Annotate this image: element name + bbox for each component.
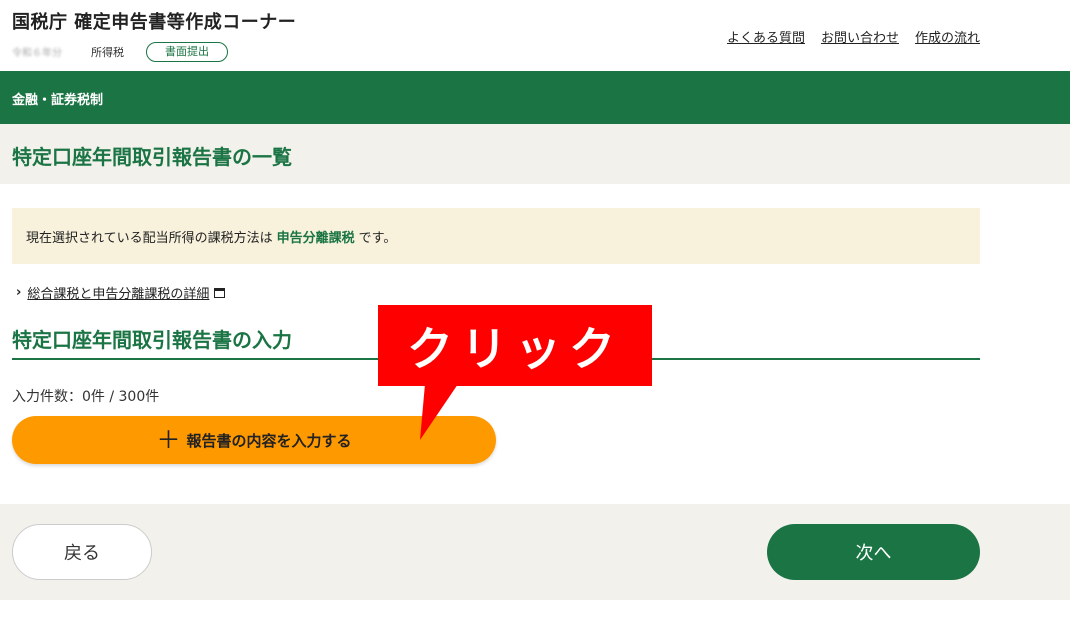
tax-method-notice: 現在選択されている配当所得の課税方法は 申告分離課税 です。	[12, 208, 980, 264]
notice-suffix: です。	[358, 230, 397, 246]
contact-link[interactable]: お問い合わせ	[821, 27, 899, 46]
next-button[interactable]: 次へ	[767, 524, 980, 580]
new-window-icon	[214, 287, 226, 298]
add-report-label: 報告書の内容を入力する	[186, 431, 352, 450]
notice-prefix: 現在選択されている配当所得の課税方法は	[26, 230, 273, 246]
tax-type-label: 所得税	[91, 46, 124, 59]
faq-link[interactable]: よくある質問	[727, 27, 805, 46]
plus-icon: ＋	[156, 426, 181, 454]
page-title: 特定口座年間取引報告書の一覧	[12, 145, 292, 169]
title-band: 特定口座年間取引報告書の一覧	[0, 124, 1070, 184]
chevron-right-icon: ›	[16, 285, 22, 300]
header-links: よくある質問 お問い合わせ 作成の流れ	[727, 27, 980, 46]
submit-method-badge: 書面提出	[146, 42, 228, 62]
click-callout: クリック	[378, 305, 652, 386]
back-button[interactable]: 戻る	[12, 524, 152, 580]
entry-count: 入力件数：0件 / 300件	[12, 389, 160, 405]
category-bar: 金融・証券税制	[0, 71, 1070, 124]
app-title: 国税庁 確定申告書等作成コーナー	[12, 12, 297, 33]
flow-link[interactable]: 作成の流れ	[915, 27, 980, 46]
tax-method-detail-link[interactable]: › 総合課税と申告分離課税の詳細	[16, 283, 226, 302]
callout-text: クリック	[407, 321, 623, 376]
detail-link-label: 総合課税と申告分離課税の詳細	[27, 287, 210, 302]
section-heading-label: 特定口座年間取引報告書の入力	[12, 328, 292, 352]
header: 国税庁 確定申告書等作成コーナー 令和６年分 所得税 書面提出 よくある質問 お…	[0, 0, 1070, 71]
era-label: 令和６年分	[12, 48, 62, 59]
category-label: 金融・証券税制	[12, 93, 104, 108]
add-report-button[interactable]: ＋ 報告書の内容を入力する	[12, 416, 496, 464]
notice-highlight: 申告分離課税	[276, 230, 355, 246]
